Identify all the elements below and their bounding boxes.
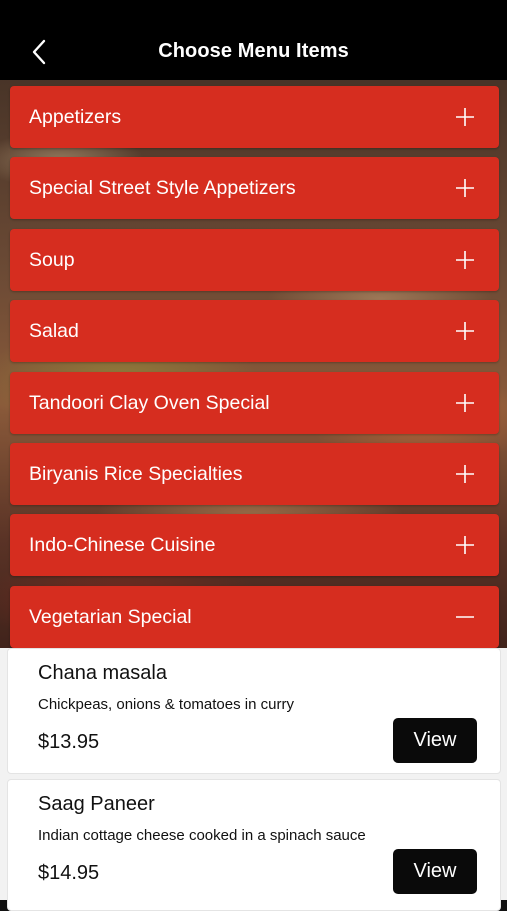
category-label: Vegetarian Special xyxy=(29,605,192,628)
minus-icon xyxy=(456,615,474,618)
category-soup[interactable]: Soup xyxy=(10,228,499,291)
plus-icon xyxy=(456,393,474,412)
page-title: Choose Menu Items xyxy=(158,40,349,62)
item-price: $14.95 xyxy=(38,862,100,884)
menu-item-card: Saag Paneer Indian cottage cheese cooked… xyxy=(7,779,501,911)
item-price: $13.95 xyxy=(38,731,100,753)
menu-item-card: Chana masala Chickpeas, onions & tomatoe… xyxy=(7,648,501,774)
item-name: Chana masala xyxy=(38,662,167,684)
item-name: Saag Paneer xyxy=(38,793,155,815)
category-label: Biryanis Rice Specialties xyxy=(29,462,243,485)
category-salad[interactable]: Salad xyxy=(10,300,499,363)
plus-icon xyxy=(456,322,474,341)
header-bar: Choose Menu Items xyxy=(0,0,507,80)
category-list: Appetizers Special Street Style Appetize… xyxy=(10,86,499,657)
plus-icon xyxy=(456,179,474,198)
category-indo-chinese-cuisine[interactable]: Indo-Chinese Cuisine xyxy=(10,514,499,577)
menu-item-list: Chana masala Chickpeas, onions & tomatoe… xyxy=(0,648,507,911)
category-label: Special Street Style Appetizers xyxy=(29,177,296,200)
category-special-street-style-appetizers[interactable]: Special Street Style Appetizers xyxy=(10,157,499,220)
plus-icon xyxy=(456,464,474,483)
category-label: Soup xyxy=(29,248,75,271)
item-description: Indian cottage cheese cooked in a spinac… xyxy=(38,827,366,844)
plus-icon xyxy=(456,536,474,555)
view-button[interactable]: View xyxy=(393,849,477,894)
category-tandoori-clay-oven-special[interactable]: Tandoori Clay Oven Special xyxy=(10,371,499,434)
category-biryanis-rice-specialties[interactable]: Biryanis Rice Specialties xyxy=(10,442,499,505)
category-label: Indo-Chinese Cuisine xyxy=(29,534,216,557)
category-vegetarian-special[interactable]: Vegetarian Special xyxy=(10,585,499,648)
category-label: Appetizers xyxy=(29,106,122,128)
category-label: Tandoori Clay Oven Special xyxy=(29,391,270,414)
view-button[interactable]: View xyxy=(393,718,477,763)
category-appetizers[interactable]: Appetizers xyxy=(10,86,499,148)
item-description: Chickpeas, onions & tomatoes in curry xyxy=(38,696,294,713)
plus-icon xyxy=(456,108,474,126)
plus-icon xyxy=(456,250,474,269)
category-label: Salad xyxy=(29,320,79,343)
